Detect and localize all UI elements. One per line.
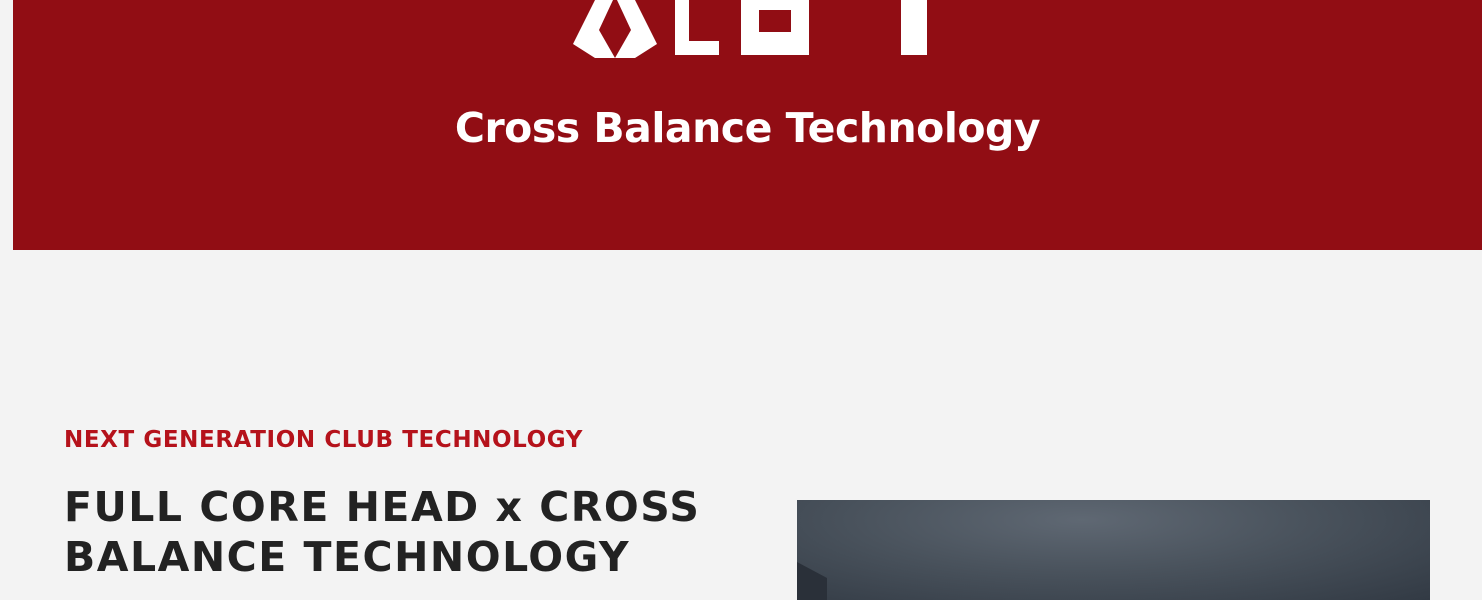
page: Cross Balance Technology NEXT GENERATION… — [0, 0, 1482, 600]
section-eyebrow: NEXT GENERATION CLUB TECHNOLOGY — [64, 427, 583, 453]
product-image-shape — [797, 562, 827, 600]
hero-tagline: Cross Balance Technology — [454, 104, 1041, 152]
xcbt-logo — [573, 0, 927, 58]
product-image — [797, 500, 1430, 600]
headline-line-2: BALANCE TECHNOLOGY — [64, 533, 631, 581]
headline-line-1: FULL CORE HEAD x CROSS — [64, 483, 701, 531]
section-headline: FULL CORE HEAD x CROSS BALANCE TECHNOLOG… — [64, 482, 704, 582]
hero-banner: Cross Balance Technology — [13, 0, 1482, 250]
